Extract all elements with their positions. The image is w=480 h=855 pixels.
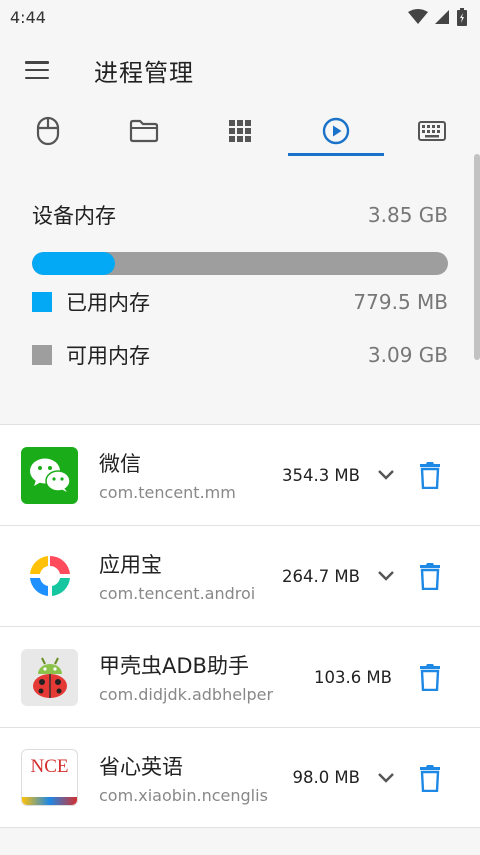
nce-icon: NCE <box>21 749 78 806</box>
chevron-down-icon <box>378 571 394 581</box>
memory-usage-fill <box>32 252 116 275</box>
trash-icon <box>420 462 440 489</box>
status-time: 4:44 <box>10 7 46 27</box>
app-package: com.xiaobin.ncenglis <box>99 785 268 805</box>
trash-icon <box>420 563 440 590</box>
expand-button[interactable] <box>374 463 398 487</box>
app-bar: 进程管理 <box>0 34 480 106</box>
legend-free-label: 可用内存 <box>66 343 150 368</box>
nce-logo-text: NCE <box>30 756 69 777</box>
memory-title: 设备内存 <box>32 204 116 228</box>
signal-icon <box>435 10 449 24</box>
wifi-icon <box>408 9 428 24</box>
battery-icon <box>457 8 467 26</box>
app-memory-size: 103.6 MB <box>313 667 392 687</box>
page-title: 进程管理 <box>94 58 194 87</box>
tab-mouse[interactable] <box>0 106 96 156</box>
legend-free-value: 3.09 GB <box>367 342 448 367</box>
list-item[interactable]: 应用宝 com.tencent.androi 264.7 MB <box>0 525 480 626</box>
tab-keyboard[interactable] <box>384 106 480 156</box>
app-memory-size: 264.7 MB <box>281 566 360 586</box>
list-item[interactable]: NCE 省心英语 com.xiaobin.ncenglis 98.0 MB <box>0 727 480 828</box>
tab-files[interactable] <box>96 106 192 156</box>
list-item[interactable]: 微信 com.tencent.mm 354.3 MB <box>0 424 480 525</box>
legend-used-value: 779.5 MB <box>353 289 448 314</box>
tab-processes[interactable] <box>288 106 384 156</box>
legend-free: 可用内存 3.09 GB <box>32 328 448 381</box>
status-bar: 4:44 <box>0 0 480 34</box>
play-circle-icon <box>322 117 350 145</box>
tab-bar <box>0 106 480 156</box>
list-item[interactable]: 甲壳虫ADB助手 com.didjdk.adbhelper 103.6 MB <box>0 626 480 727</box>
legend-used: 已用内存 779.5 MB <box>32 275 448 328</box>
keyboard-icon <box>418 121 446 141</box>
trash-icon <box>420 664 440 691</box>
ladybug-android-icon <box>21 648 78 706</box>
chevron-down-icon <box>378 470 394 480</box>
expand-button[interactable] <box>374 564 398 588</box>
app-name: 微信 <box>99 452 141 476</box>
chevron-down-icon <box>378 772 394 783</box>
expand-button[interactable] <box>374 766 398 790</box>
app-name: 省心英语 <box>99 754 183 779</box>
grid-icon <box>229 120 251 142</box>
menu-icon[interactable] <box>22 58 52 82</box>
app-memory-size: 98.0 MB <box>292 768 360 787</box>
trash-icon <box>420 764 440 792</box>
legend-used-label: 已用内存 <box>66 290 150 315</box>
tab-apps[interactable] <box>192 106 288 156</box>
delete-button[interactable] <box>416 662 444 692</box>
scrollbar[interactable] <box>474 154 480 360</box>
app-name: 甲壳虫ADB助手 <box>99 654 249 678</box>
delete-button[interactable] <box>416 763 444 793</box>
legend-used-swatch <box>32 291 52 312</box>
delete-button[interactable] <box>416 460 444 490</box>
app-name: 应用宝 <box>99 553 162 577</box>
app-package: com.tencent.androi <box>99 584 256 603</box>
legend-free-swatch <box>32 344 52 365</box>
app-memory-size: 354.3 MB <box>281 465 360 485</box>
app-package: com.didjdk.adbhelper <box>99 685 274 704</box>
yingyongbao-icon <box>21 547 78 605</box>
app-list: 微信 com.tencent.mm 354.3 MB 应用宝 com.tence… <box>0 424 480 828</box>
wechat-icon <box>21 446 78 504</box>
memory-usage-bar <box>32 252 448 275</box>
memory-card: 设备内存 3.85 GB 已用内存 779.5 MB 可用内存 3.09 GB <box>0 156 480 426</box>
folder-icon <box>129 119 159 143</box>
mouse-icon <box>36 116 60 146</box>
app-package: com.tencent.mm <box>99 483 236 502</box>
delete-button[interactable] <box>416 561 444 591</box>
memory-total: 3.85 GB <box>367 203 448 227</box>
